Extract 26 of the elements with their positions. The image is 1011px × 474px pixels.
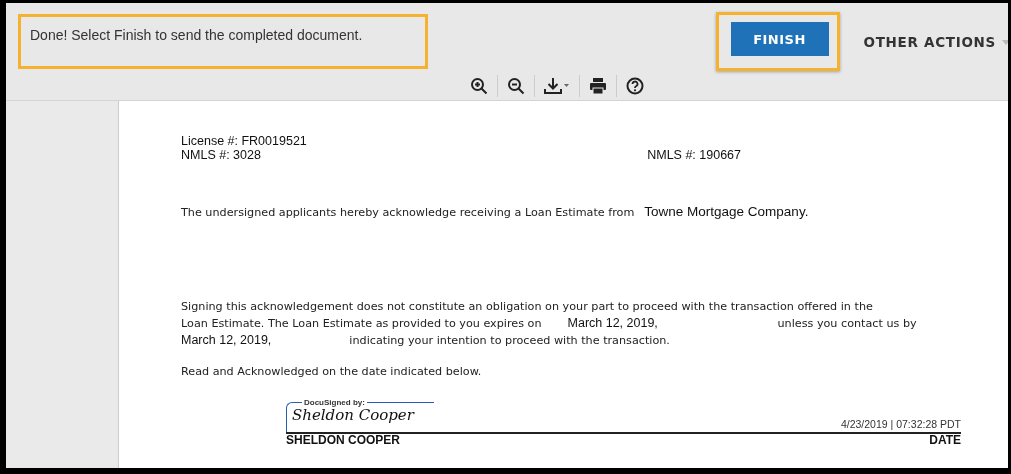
date-label: DATE <box>929 433 961 446</box>
nmls-number: NMLS #: 190667 <box>647 148 741 162</box>
signer-name: SHELDON COOPER <box>286 433 400 446</box>
zoom-out-icon[interactable] <box>507 77 525 95</box>
help-icon[interactable] <box>626 77 644 95</box>
print-icon[interactable] <box>589 77 607 95</box>
signature-label: DocuSigned by: <box>302 398 367 407</box>
paragraph-line: Loan Estimate. The Loan Estimate as provided to you expires on <box>181 316 542 332</box>
license-number: License #: FR0019521 <box>181 134 307 148</box>
nmls-number: NMLS #: 3028 <box>181 148 261 162</box>
paragraph-line: Signing this acknowledgement does not constitute an obligation on your part to proceed with the transaction offered in the <box>181 300 873 313</box>
download-icon[interactable] <box>544 77 570 95</box>
lender-name: Towne Mortgage Company. <box>644 204 809 219</box>
caret-icon <box>1002 39 1008 45</box>
paragraph-line: unless you contact us by <box>777 316 917 332</box>
status-message: Done! Select Finish to send the completed document. <box>30 27 363 43</box>
finish-button[interactable]: FINISH <box>730 22 829 56</box>
signature: Sheldon Cooper <box>292 407 414 423</box>
zoom-in-icon[interactable] <box>470 77 488 95</box>
acknowledge-text: The undersigned applicants hereby acknowledge receiving a Loan Estimate from <box>181 206 635 219</box>
paragraph-line: indicating your intention to proceed with the transaction. <box>349 333 670 349</box>
read-line: Read and Acknowledged on the date indicated below. <box>181 365 482 378</box>
signed-timestamp: 4/23/2019 | 07:32:28 PDT <box>840 418 961 430</box>
expiry-date: March 12, 2019, <box>567 315 659 331</box>
other-actions-button[interactable]: OTHER ACTIONS <box>863 33 996 50</box>
contact-date: March 12, 2019, <box>181 332 272 348</box>
